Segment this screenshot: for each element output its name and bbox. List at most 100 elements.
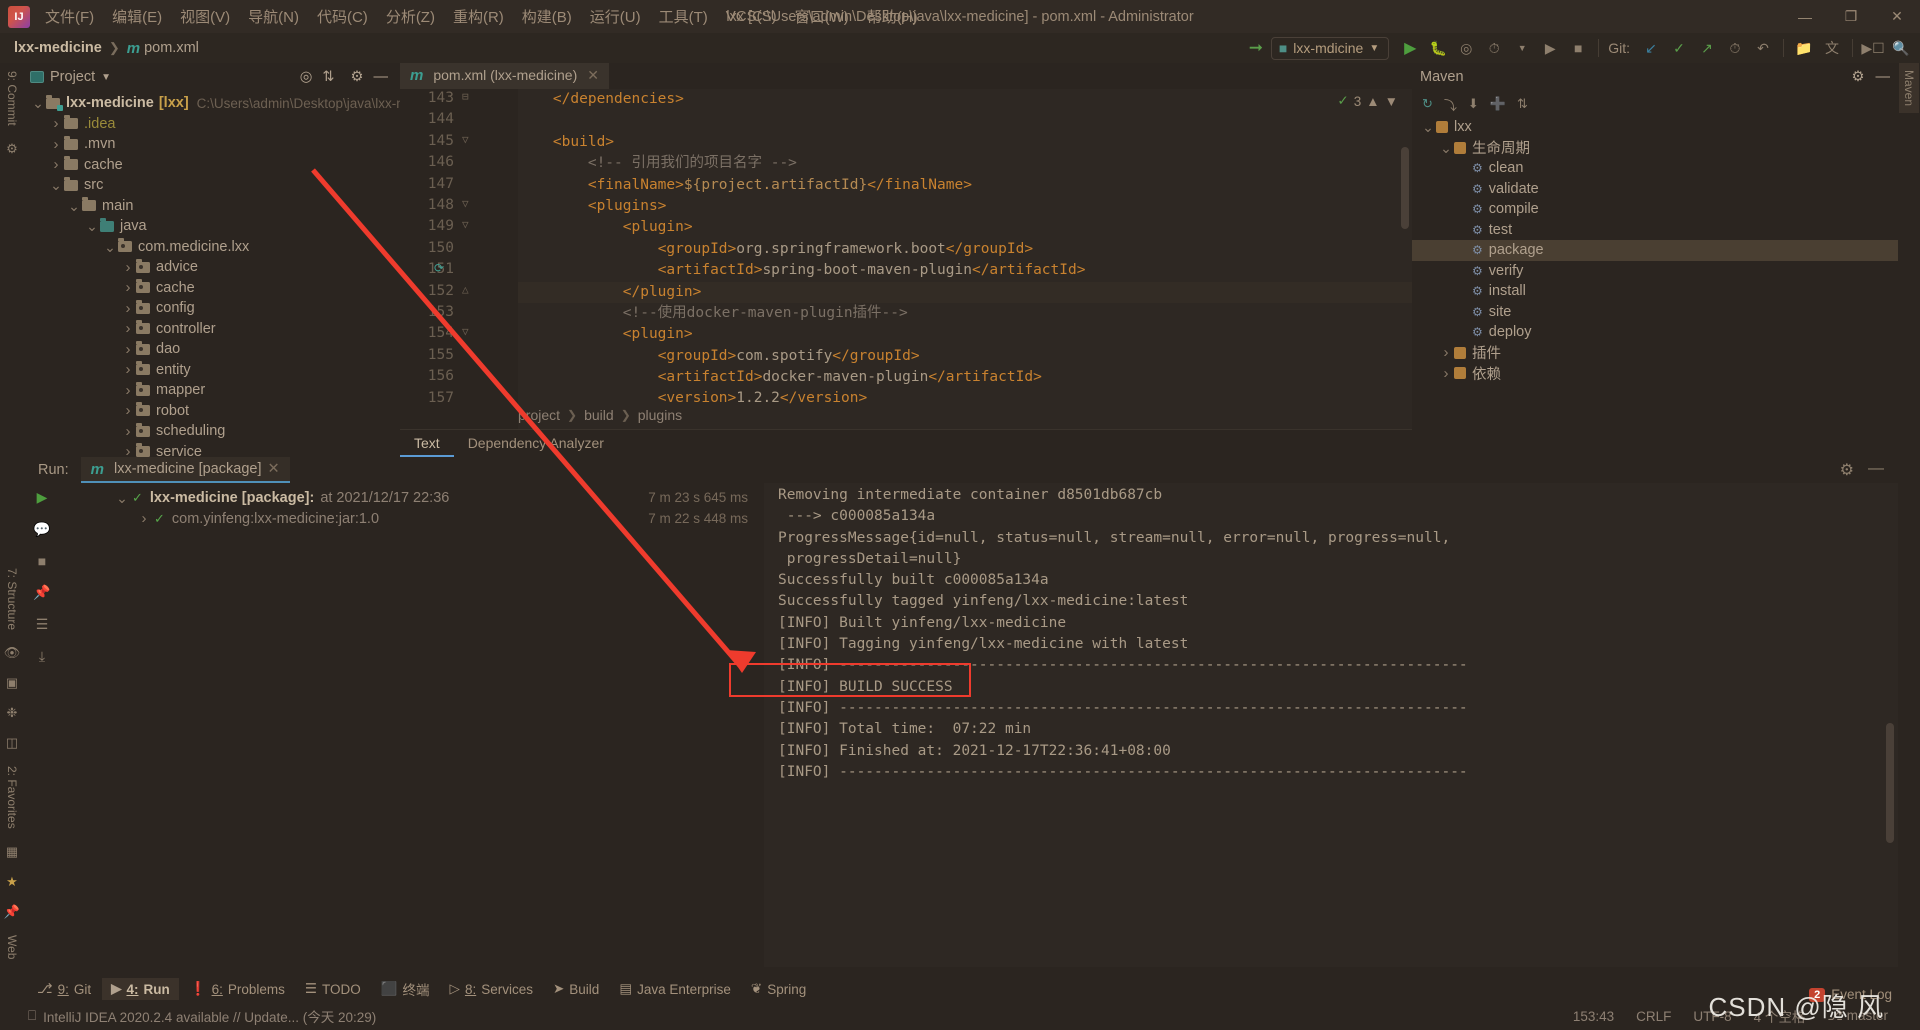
run-configuration-selector[interactable]: ■ lxx-mdicine ▼ [1270, 36, 1390, 60]
menu-run[interactable]: 运行(U) [581, 2, 650, 31]
grid-icon[interactable]: ▦ [6, 837, 18, 867]
breadcrumb-project[interactable]: lxx-medicine [14, 40, 102, 56]
maven-node-validate[interactable]: ⚙ validate [1412, 179, 1898, 200]
console-output[interactable]: Removing intermediate container d8501db6… [764, 483, 1898, 967]
translate-icon[interactable]: 文 [1819, 36, 1845, 60]
maven-node-lxx[interactable]: ⌄ lxx [1412, 117, 1898, 138]
git-push-icon[interactable]: ↗ [1694, 36, 1720, 60]
image-icon[interactable]: ▣ [6, 668, 18, 698]
menu-view[interactable]: 视图(V) [171, 2, 239, 31]
breadcrumb-plugins-node[interactable]: plugins [638, 407, 682, 423]
rerun-icon[interactable]: ▶ [37, 489, 48, 506]
tree-node-main[interactable]: ⌄ main [24, 196, 400, 217]
run-with-coverage-button[interactable]: ◎ [1453, 36, 1479, 60]
menu-vcs[interactable]: VCS(S) [717, 4, 786, 29]
menu-tools[interactable]: 工具(T) [650, 2, 717, 31]
tree-node-lxx-medicine[interactable]: ⌄ lxx-medicine [lxx] C:\Users\admin\Desktop… [24, 93, 415, 114]
git-rollback-icon[interactable]: ↶ [1750, 36, 1776, 60]
menu-refactor[interactable]: 重构(R) [444, 2, 513, 31]
chevron-down-icon[interactable]: ⌄ [1420, 120, 1436, 134]
fold-down-icon[interactable]: ▽ [462, 197, 469, 210]
tool-tab-run[interactable]: ▶ 4: Run [102, 978, 179, 1000]
hide-panel-icon[interactable]: — [374, 69, 389, 85]
chevron-right-icon[interactable]: › [120, 259, 136, 276]
chevron-right-icon[interactable]: › [48, 115, 64, 132]
select-opened-file-icon[interactable]: ◎ [300, 69, 313, 85]
hide-panel-icon[interactable]: — [1868, 460, 1884, 480]
project-structure-icon[interactable]: 📁 [1791, 36, 1817, 60]
breadcrumb-project-node[interactable]: project [518, 407, 560, 423]
chevron-right-icon[interactable]: › [120, 361, 136, 378]
chevron-right-icon[interactable]: › [120, 320, 136, 337]
tool-tab---[interactable]: ⬛ 终端 [372, 976, 439, 1002]
git-history-icon[interactable]: ⏱ [1722, 36, 1748, 60]
editor-tab-pom[interactable]: m pom.xml (lxx-medicine) ✕ [400, 63, 609, 89]
console-icon[interactable]: 💬 [33, 521, 50, 538]
stripe-item-maven[interactable]: Maven [1899, 63, 1919, 114]
maven-node-compile[interactable]: ⚙ compile [1412, 199, 1898, 220]
console-scrollbar[interactable] [1886, 723, 1894, 843]
tree-node-src[interactable]: ⌄ src [24, 175, 400, 196]
collapse-all-icon[interactable]: ⇅ [1517, 96, 1528, 112]
debug-button[interactable]: 🐛 [1425, 36, 1451, 60]
minimize-icon[interactable]: — [1782, 0, 1828, 33]
maximize-icon[interactable]: ❐ [1828, 0, 1874, 33]
tree-node-controller[interactable]: › controller [24, 319, 400, 340]
fold-down-icon[interactable]: ▽ [462, 133, 469, 146]
maven-node-clean[interactable]: ⚙ clean [1412, 158, 1898, 179]
stop-icon[interactable]: ■ [38, 553, 46, 569]
star-icon[interactable]: ★ [6, 867, 18, 897]
gutter-marker-icon[interactable]: ⟳ [434, 261, 444, 275]
run-tree[interactable]: ⌄ ✓ lxx-medicine [package]: at 2021/12/17 2… [60, 483, 764, 967]
line-separator[interactable]: CRLF [1636, 1009, 1671, 1024]
chevron-down-icon[interactable]: ▼ [101, 72, 111, 83]
tree-node-cache[interactable]: › cache [24, 155, 400, 176]
menu-window[interactable]: 窗口(W) [786, 2, 858, 31]
stripe-item-web[interactable]: Web [1, 927, 23, 967]
menu-code[interactable]: 代码(C) [308, 2, 377, 31]
chevron-down-icon[interactable]: ⌄ [1438, 141, 1454, 155]
menu-file[interactable]: 文件(F) [36, 2, 103, 31]
settings-gear-icon[interactable]: ⚙ [351, 69, 364, 85]
maven-node-test[interactable]: ⚙ test [1412, 220, 1898, 241]
code-content[interactable]: </dependencies> <build> <!-- 引用我们的项目名字 -… [518, 89, 1412, 410]
add-maven-project-icon[interactable]: ➕ [1490, 96, 1506, 112]
menu-edit[interactable]: 编辑(E) [103, 2, 171, 31]
menu-navigate[interactable]: 导航(N) [239, 2, 308, 31]
status-message[interactable]: IntelliJ IDEA 2020.2.4 available // Upda… [43, 1006, 376, 1026]
maven-node-deploy[interactable]: ⚙ deploy [1412, 322, 1898, 343]
caret-position[interactable]: 153:43 [1573, 1009, 1614, 1024]
editor-scrollbar[interactable] [1401, 147, 1409, 229]
next-problem-icon[interactable]: ▼ [1385, 94, 1398, 109]
chevron-down-icon[interactable]: ⌄ [66, 199, 82, 213]
tool-tab-git[interactable]: ⎇ 9: Git [28, 978, 100, 1000]
stop-button[interactable]: ■ [1565, 36, 1591, 60]
chevron-right-icon[interactable]: › [1438, 344, 1454, 361]
pin-icon[interactable]: 📌 [33, 584, 50, 601]
settings-gear-icon[interactable]: ⚙ [1852, 69, 1865, 85]
profiler-button[interactable]: ⏱ [1481, 36, 1507, 60]
tree-node-advice[interactable]: › advice [24, 257, 400, 278]
close-icon[interactable]: ✕ [1874, 0, 1920, 33]
tab-text[interactable]: Text [400, 430, 454, 457]
chevron-down-icon[interactable]: ⌄ [84, 219, 100, 233]
generate-sources-icon[interactable]: ⤵ [1444, 95, 1457, 114]
tool-tab-build[interactable]: ➤ Build [544, 978, 608, 1000]
chevron-right-icon[interactable]: › [120, 382, 136, 399]
tool-tab-java-enterprise[interactable]: ▤ Java Enterprise [610, 978, 740, 1000]
run-tree-row[interactable]: ⌄ ✓ lxx-medicine [package]: at 2021/12/17 2… [60, 487, 764, 508]
chevron-right-icon[interactable]: › [48, 156, 64, 173]
stripe-item-favorites[interactable]: 2: Favorites [1, 758, 23, 837]
menu-build[interactable]: 构建(B) [513, 2, 581, 31]
chevron-right-icon[interactable]: › [120, 423, 136, 440]
maven-tree[interactable]: ⌄ lxx ⌄ 生命周期 ⚙ clean ⚙ validate ⚙ compile ⚙ test ⚙ pa… [1412, 117, 1898, 384]
build-hammer-icon[interactable]: ➞ [1243, 36, 1269, 60]
chevron-down-icon[interactable]: ⌄ [102, 240, 118, 254]
tree-node-cache[interactable]: › cache [24, 278, 400, 299]
fold-collapse-icon[interactable]: ⊟ [462, 90, 469, 103]
export-icon[interactable]: ⤓ [39, 648, 45, 665]
git-commit-icon[interactable]: ✓ [1666, 36, 1692, 60]
database-icon[interactable]: ◫ [6, 728, 18, 758]
maven-node-verify[interactable]: ⚙ verify [1412, 261, 1898, 282]
maven-node-item-12[interactable]: › 依赖 [1412, 363, 1898, 384]
